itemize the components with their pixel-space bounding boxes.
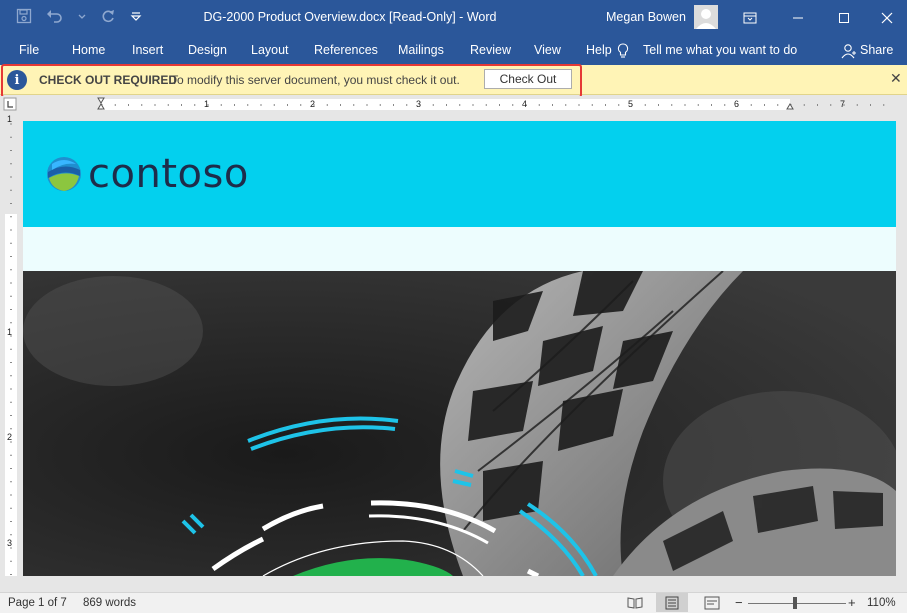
tab-file[interactable]: File [19, 43, 39, 57]
minimize-icon [793, 17, 803, 19]
zoom-in-button[interactable]: + [848, 595, 856, 610]
ruler-mark: 4 [522, 99, 528, 109]
zoom-out-button[interactable]: − [735, 595, 743, 610]
tab-help[interactable]: Help [586, 43, 612, 57]
print-layout-icon[interactable] [656, 593, 688, 612]
logo-text: contoso [88, 151, 249, 197]
highlight-box [1, 64, 582, 98]
read-mode-icon[interactable] [627, 596, 643, 613]
tab-review[interactable]: Review [470, 43, 511, 57]
word-count[interactable]: 869 words [83, 597, 136, 609]
header-band: contoso [23, 121, 896, 227]
lightbulb-icon [617, 43, 629, 62]
page-count[interactable]: Page 1 of 7 [8, 597, 67, 609]
tab-design[interactable]: Design [188, 43, 227, 57]
tab-mailings[interactable]: Mailings [398, 43, 444, 57]
vruler-mark: 3 [7, 538, 13, 548]
ribbon-display-options-button[interactable] [727, 6, 773, 30]
canvas-background [0, 576, 907, 592]
user-name[interactable]: Megan Bowen [606, 10, 686, 24]
window-title: DG-2000 Product Overview.docx [Read-Only… [203, 10, 497, 24]
tab-home[interactable]: Home [72, 43, 105, 57]
contoso-logo-icon [46, 156, 82, 195]
tab-layout[interactable]: Layout [251, 43, 289, 57]
zoom-slider-thumb[interactable] [793, 597, 797, 609]
horizontal-ruler[interactable]: 1 2 3 4 5 6 7 [0, 96, 907, 112]
ruler-mark: 7 [840, 99, 846, 109]
zoom-level[interactable]: 110% [867, 597, 896, 609]
web-layout-icon[interactable] [704, 596, 720, 613]
maximize-button[interactable] [821, 6, 867, 30]
ruler-mark: 2 [310, 99, 316, 109]
close-message-bar-icon[interactable]: ✕ [890, 70, 902, 87]
light-band [23, 227, 896, 271]
share-button[interactable]: Share [860, 43, 893, 57]
ruler-mark: 3 [416, 99, 422, 109]
ruler-mark: 1 [204, 99, 210, 109]
butterfly-image [23, 271, 896, 576]
ruler-mark: 6 [734, 99, 740, 109]
title-bar: DG-2000 Product Overview.docx [Read-Only… [0, 0, 907, 36]
avatar[interactable] [694, 5, 718, 29]
close-icon [881, 12, 893, 24]
ribbon-tabs: File Home Insert Design Layout Reference… [0, 36, 907, 65]
close-button[interactable] [864, 6, 907, 30]
vruler-mark: 1 [7, 327, 13, 337]
vruler-mark: 1 [7, 114, 13, 124]
ribbon-display-icon [743, 12, 757, 24]
status-bar: Page 1 of 7 869 words − + 110% [0, 592, 907, 613]
vruler-mark: 2 [7, 432, 13, 442]
tab-insert[interactable]: Insert [132, 43, 163, 57]
tab-view[interactable]: View [534, 43, 561, 57]
tell-me-search[interactable]: Tell me what you want to do [643, 43, 797, 57]
document-page[interactable]: contoso [23, 121, 896, 576]
maximize-icon [839, 13, 849, 23]
ruler-mark: 5 [628, 99, 634, 109]
share-person-icon [841, 43, 857, 62]
vertical-ruler[interactable]: 1 1 2 3 [0, 114, 20, 576]
person-icon [696, 9, 716, 29]
tab-references[interactable]: References [314, 43, 378, 57]
minimize-button[interactable] [775, 6, 821, 30]
zoom-slider[interactable] [748, 603, 846, 604]
